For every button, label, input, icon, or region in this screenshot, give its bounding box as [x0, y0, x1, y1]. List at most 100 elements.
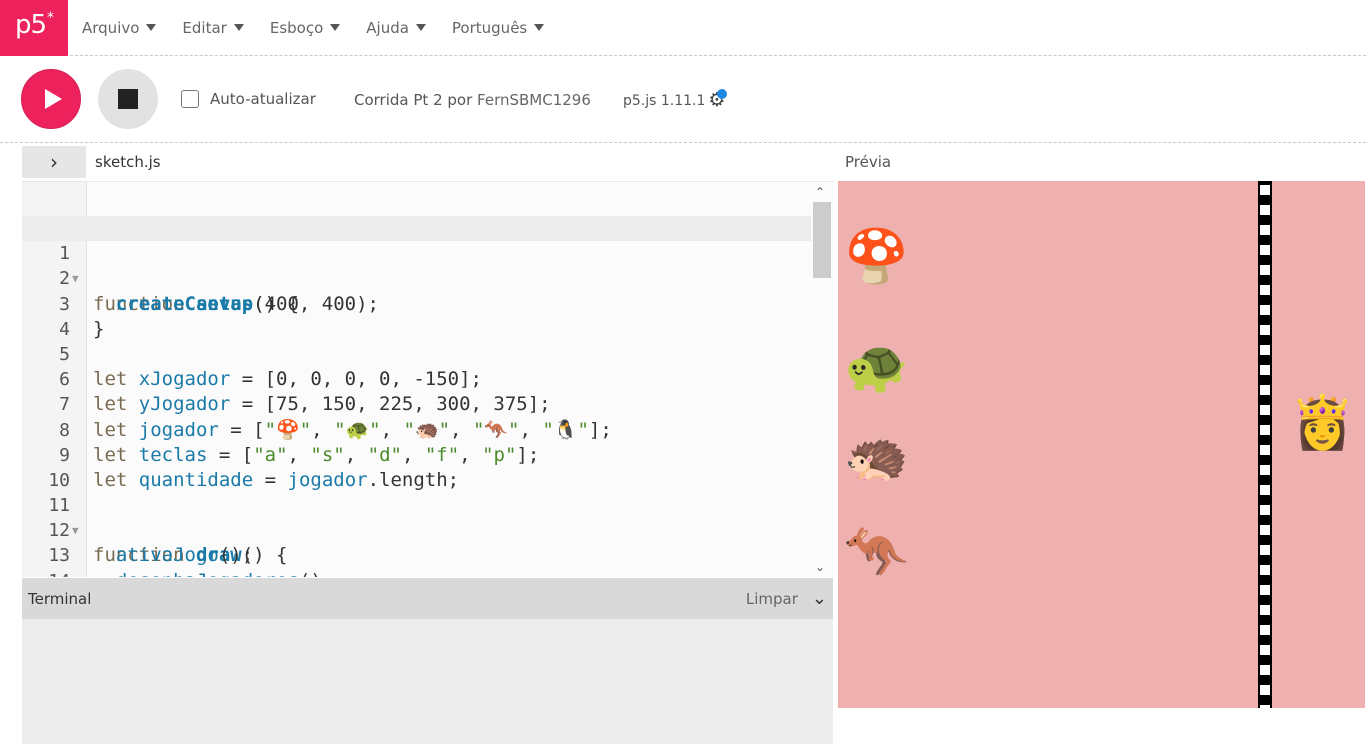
terminal-header: Terminal Limpar ⌄ — [22, 578, 833, 619]
auto-refresh-toggle[interactable]: Auto-atualizar — [181, 90, 316, 108]
terminal-actions: Limpar ⌄ — [746, 588, 827, 609]
finish-line-cell — [1260, 525, 1270, 535]
code-line[interactable]: 1 ▼ function setup() { — [22, 216, 812, 315]
finish-line-cell — [1260, 685, 1270, 695]
code-line[interactable]: 3 } — [22, 266, 812, 340]
code-line[interactable]: 6 let yJogador = [75, 150, 225, 300, 375… — [22, 342, 812, 415]
menu-label: Português — [451, 18, 528, 37]
by-label: por — [447, 91, 473, 109]
menu-language[interactable]: Português — [451, 18, 545, 37]
code-line[interactable]: 9 let quantidade = jogador.length; — [22, 418, 812, 491]
play-icon — [45, 89, 62, 109]
menu-esboco[interactable]: Esboço — [269, 18, 341, 37]
version-info[interactable]: p5.js 1.11.1 ⚙ — [623, 91, 725, 110]
scroll-up-icon[interactable]: ⌃ — [815, 185, 825, 199]
code-line[interactable]: 5 let xJogador = [0, 0, 0, 0, -150]; — [22, 317, 812, 390]
finish-line — [1258, 181, 1272, 708]
menu-label: Arquivo — [82, 18, 140, 37]
player-turtle: 🐢 — [844, 337, 909, 397]
finish-line-cell — [1260, 345, 1270, 355]
file-tab[interactable]: sketch.js — [95, 153, 161, 171]
expand-sidebar-button[interactable]: › — [22, 146, 86, 178]
scrollbar-thumb[interactable] — [813, 202, 831, 278]
update-dot-icon — [717, 89, 727, 99]
finish-line-cell — [1260, 265, 1270, 275]
code-line[interactable]: 10 — [22, 443, 812, 491]
code-line[interactable]: 7 let jogador = ["🍄", "🐢", "🦔", "🦘", "🐧"… — [22, 367, 812, 440]
line-number: 14 — [22, 569, 70, 577]
toolbar: Auto-atualizar Corrida Pt 2 por FernSBMC… — [0, 57, 1366, 143]
stop-button[interactable] — [98, 69, 158, 129]
finish-line-cell — [1260, 505, 1270, 515]
player-kangaroo: 🦘 — [844, 523, 909, 583]
author-link[interactable]: FernSBMC1296 — [477, 91, 591, 109]
caret-down-icon — [233, 24, 244, 31]
code-editor[interactable]: 1 ▼ function setup() { 2 createCanvas(40… — [22, 181, 833, 577]
logo-star: * — [47, 9, 54, 26]
menu-ajuda[interactable]: Ajuda — [366, 19, 426, 37]
finish-line-cell — [1260, 305, 1270, 315]
finish-line-cell — [1260, 565, 1270, 575]
menu-bar: Arquivo Editar Esboço Ajuda Português — [82, 19, 570, 37]
terminal-output[interactable] — [22, 619, 833, 744]
code-line[interactable]: 8 let teclas = ["a", "s", "d", "f", "p"]… — [22, 392, 812, 466]
code-lines: 1 ▼ function setup() { 2 createCanvas(40… — [22, 216, 812, 577]
auto-refresh-checkbox[interactable] — [181, 90, 199, 108]
finish-line-cell — [1260, 465, 1270, 475]
finish-line-cell — [1260, 365, 1270, 375]
player-princess: 👸 — [1290, 393, 1355, 453]
chevron-down-icon[interactable]: ⌄ — [812, 588, 827, 609]
code-text: desenhaJogadores(); — [93, 569, 333, 577]
p5-logo[interactable]: p5 * — [0, 0, 68, 56]
finish-line-cell — [1260, 445, 1270, 455]
menu-label: Esboço — [269, 18, 324, 37]
menu-label: Editar — [182, 18, 227, 37]
finish-line-cell — [1260, 485, 1270, 495]
chevron-right-icon: › — [50, 150, 58, 174]
scroll-down-icon[interactable]: ⌄ — [815, 560, 825, 574]
code-line[interactable]: 13 desenhaJogadores(); — [22, 518, 812, 577]
finish-line-cell — [1260, 325, 1270, 335]
caret-down-icon — [415, 24, 426, 31]
finish-line-cell — [1260, 185, 1270, 195]
caret-down-icon — [146, 24, 157, 31]
stop-icon — [118, 89, 138, 109]
finish-line-cell — [1260, 665, 1270, 675]
auto-refresh-label: Auto-atualizar — [210, 90, 316, 108]
finish-line-cell — [1260, 605, 1270, 615]
code-line[interactable]: 4 — [22, 292, 812, 340]
menu-editar[interactable]: Editar — [182, 18, 244, 37]
player-mushroom: 🍄 — [844, 227, 909, 287]
play-button[interactable] — [21, 69, 81, 129]
finish-line-cell — [1260, 245, 1270, 255]
terminal-title: Terminal — [28, 589, 92, 608]
finish-line-cell — [1260, 625, 1270, 635]
code-line[interactable]: 14 desenhaLinhaDeChegada(); — [22, 543, 812, 577]
preview-title: Prévia — [845, 153, 892, 171]
code-line[interactable]: 2 createCanvas(400, 400); — [22, 241, 812, 314]
player-hedgehog: 🦔 — [844, 427, 909, 487]
logo-text: p5 — [14, 9, 47, 40]
finish-line-cell — [1260, 385, 1270, 395]
preview-canvas[interactable]: 🍄 🐢 🦔 🦘 👸 — [838, 181, 1365, 708]
sketch-title-text[interactable]: Corrida Pt 2 — [354, 91, 443, 109]
menu-label: Ajuda — [366, 18, 409, 37]
finish-line-cell — [1260, 405, 1270, 415]
top-nav: p5 * Arquivo Editar Esboço Ajuda Portuguê… — [0, 0, 1366, 56]
caret-down-icon — [330, 24, 341, 31]
version-label: p5.js 1.11.1 — [623, 92, 706, 109]
finish-line-cell — [1260, 645, 1270, 655]
finish-line-cell — [1260, 585, 1270, 595]
menu-arquivo[interactable]: Arquivo — [82, 18, 157, 37]
code-line[interactable]: 11 ▼ function draw() { — [22, 468, 812, 566]
finish-line-cell — [1260, 425, 1270, 435]
code-line[interactable]: 12 ativaJogo(); — [22, 493, 812, 566]
sketch-title: Corrida Pt 2 por FernSBMC1296 — [354, 91, 591, 109]
clear-console-button[interactable]: Limpar — [746, 590, 798, 608]
finish-line-cell — [1260, 225, 1270, 235]
finish-line-cell — [1260, 205, 1270, 215]
finish-line-cell — [1260, 545, 1270, 555]
caret-down-icon — [534, 24, 545, 31]
finish-line-cell — [1260, 705, 1270, 708]
finish-line-cell — [1260, 285, 1270, 295]
